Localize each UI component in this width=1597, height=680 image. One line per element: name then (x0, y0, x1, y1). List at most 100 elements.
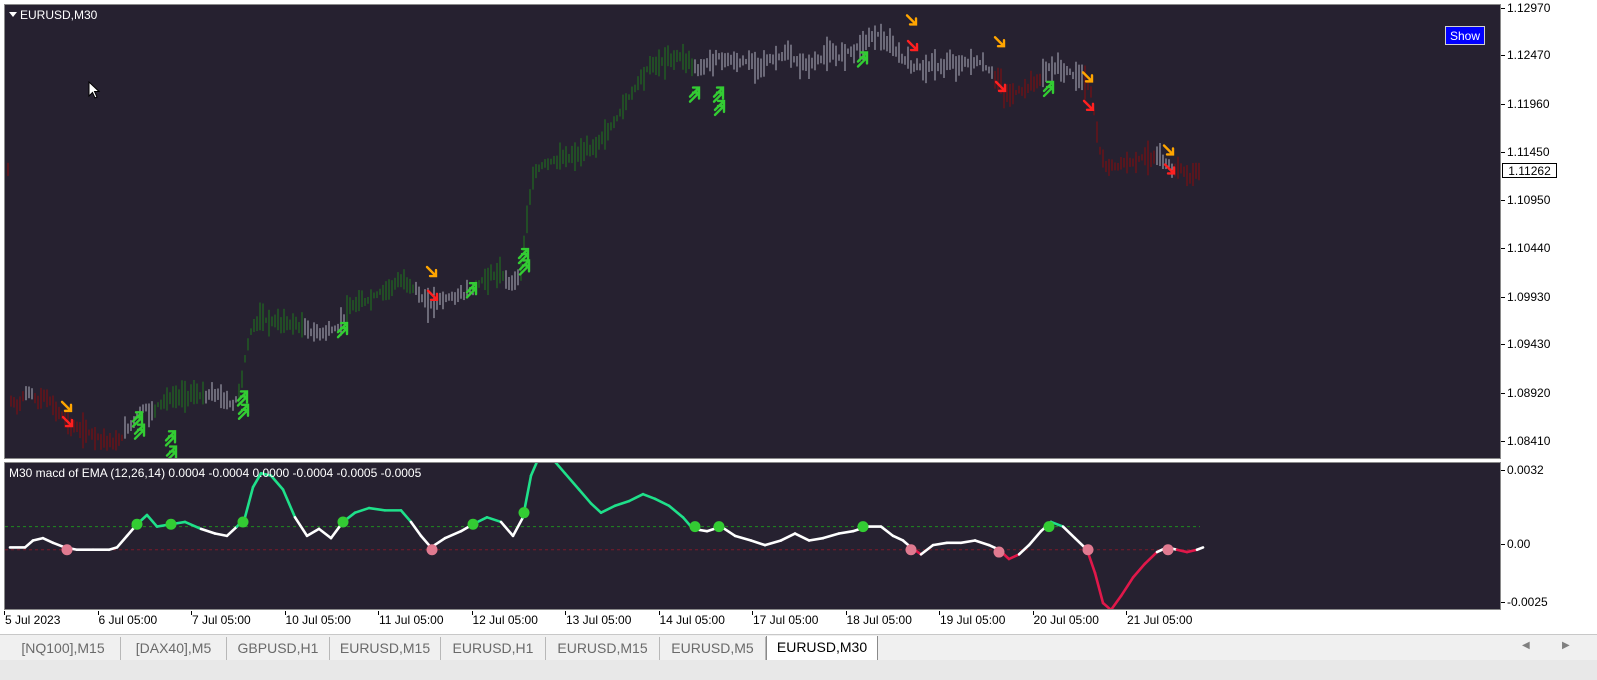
macd-sell-dot (905, 544, 917, 556)
price-tick-mark (1501, 55, 1505, 57)
price-bars (7, 23, 1200, 451)
macd-segment (529, 463, 538, 477)
chart-window: EURUSD,M30 Show M30 macd of EMA (12,26,1… (0, 0, 1597, 640)
time-axis[interactable]: 5 Jul 2023 6 Jul 05:00 7 Jul 05:00 10 Jul 0… (0, 611, 1501, 631)
price-tick-mark (1501, 296, 1505, 298)
macd-segment (1175, 548, 1189, 554)
price-tick-label: 1.10950 (1507, 192, 1551, 207)
macd-segment (225, 525, 239, 538)
macd-segment (1093, 571, 1105, 605)
time-tick-label: 12 Jul 05:00 (472, 613, 538, 627)
macd-chart-svg[interactable] (5, 463, 1501, 610)
collapse-triangle-icon[interactable] (9, 12, 17, 17)
macd-segment (599, 504, 617, 514)
price-tick-mark (1501, 103, 1505, 105)
price-tick-mark (1501, 441, 1505, 442)
macd-segment (931, 541, 949, 547)
time-tick-label: 7 Jul 05:00 (192, 613, 251, 627)
macd-segment (41, 536, 55, 545)
tab-eurusd-m30[interactable]: EURUSD,M30 (766, 636, 878, 661)
macd-segment (305, 527, 321, 538)
price-tick-mark (1501, 199, 1505, 201)
price-tick-label: 1.08920 (1507, 385, 1551, 400)
macd-segment (973, 539, 991, 547)
macd-segment (779, 532, 797, 542)
macd-buy-dot (165, 518, 177, 530)
macd-segment (1061, 525, 1077, 540)
tab-eurusd-m15[interactable]: EURUSD,M15 (546, 637, 660, 660)
macd-segment (879, 525, 895, 538)
tab-eurusd-m15[interactable]: EURUSD,M15 (330, 637, 441, 660)
macd-tick-label: 0.00 (1507, 537, 1531, 552)
buy-arrow-icon (465, 282, 478, 299)
price-tick-label: 1.12470 (1507, 48, 1551, 63)
price-tick-mark (1501, 248, 1505, 250)
macd-segment (199, 527, 217, 535)
macd-buy-dot (337, 516, 349, 528)
macd-segment (733, 534, 753, 542)
macd-segment (793, 532, 811, 542)
macd-segment (837, 529, 855, 535)
macd-segment (485, 516, 503, 524)
macd-segment (589, 502, 603, 514)
macd-segment (613, 499, 631, 508)
sell-arrow-icon (906, 39, 919, 52)
price-axis[interactable]: 1.12970 1.12470 1.11960 1.11450 1.10950 1.104… (1501, 1, 1597, 459)
macd-segment (213, 532, 229, 538)
tab-eurusd-m5[interactable]: EURUSD,M5 (660, 637, 766, 660)
macd-segment (23, 539, 35, 549)
tab-eurusd-h1[interactable]: EURUSD,H1 (441, 637, 546, 660)
price-tick-mark (1501, 344, 1505, 346)
macd-segment (891, 534, 905, 542)
current-price-label: 1.11262 (1502, 163, 1557, 178)
macd-tick-mark (1501, 470, 1505, 471)
macd-tick-mark (1501, 602, 1505, 603)
price-tick-mark (1501, 152, 1505, 154)
sell-arrow-icon (425, 265, 438, 278)
macd-segment (577, 488, 593, 505)
buy-arrow-icon (336, 321, 349, 339)
macd-tick-label: -0.0025 (1507, 595, 1548, 609)
macd-sell-dot (426, 544, 438, 556)
tab-dax40-m5[interactable]: [DAX40],M5 (121, 637, 227, 660)
macd-segment (183, 520, 203, 531)
macd-indicator-pane[interactable]: M30 macd of EMA (12,26,14) 0.0004 -0.000… (4, 462, 1501, 610)
time-tick-label: 20 Jul 05:00 (1033, 613, 1099, 627)
macd-buy-dot (1043, 521, 1055, 533)
tab-gbpusd-h1[interactable]: GBPUSD,H1 (227, 637, 330, 660)
time-tick-label: 21 Jul 05:00 (1127, 613, 1193, 627)
time-tick-label: 5 Jul 2023 (5, 613, 61, 627)
buy-arrow-icon (237, 403, 250, 420)
price-tick-mark (1501, 8, 1505, 9)
macd-segment (317, 527, 333, 540)
macd-sell-dot (993, 546, 1005, 558)
macd-segment (1101, 601, 1112, 609)
macd-buy-dot (237, 516, 249, 528)
time-tick-label: 6 Jul 05:00 (98, 613, 158, 627)
price-tick-label: 1.09930 (1507, 289, 1551, 304)
price-chart-svg[interactable] (5, 5, 1501, 459)
bottom-strip (0, 660, 1597, 680)
buy-arrow-icon (164, 430, 177, 447)
show-button[interactable]: Show (1445, 26, 1485, 45)
macd-segment (959, 539, 977, 545)
macd-segment (353, 506, 371, 514)
chart-title: EURUSD,M30 (9, 8, 97, 22)
scroll-left-icon[interactable]: ◀ (1522, 640, 1530, 651)
buy-arrow-icon (688, 86, 701, 103)
scroll-right-icon[interactable]: ▶ (1562, 640, 1570, 651)
macd-sell-dot (1162, 544, 1174, 556)
macd-segment (749, 539, 767, 547)
sell-arrow-icon (1162, 144, 1175, 156)
macd-line (8, 463, 1205, 609)
macd-segment (563, 472, 581, 491)
macd-buy-dot (131, 518, 143, 530)
tab-nq100-m15[interactable]: [NQ100],M15 (6, 637, 121, 660)
price-chart-pane[interactable]: EURUSD,M30 Show (4, 4, 1501, 459)
macd-segment (821, 532, 841, 540)
macd-segment (281, 488, 297, 519)
price-tick-label: 1.10440 (1507, 241, 1551, 256)
macd-segment (1007, 553, 1021, 561)
macd-axis[interactable]: 0.0032 0.00 -0.0025 (1501, 462, 1597, 610)
time-tick-label: 17 Jul 05:00 (753, 613, 819, 627)
